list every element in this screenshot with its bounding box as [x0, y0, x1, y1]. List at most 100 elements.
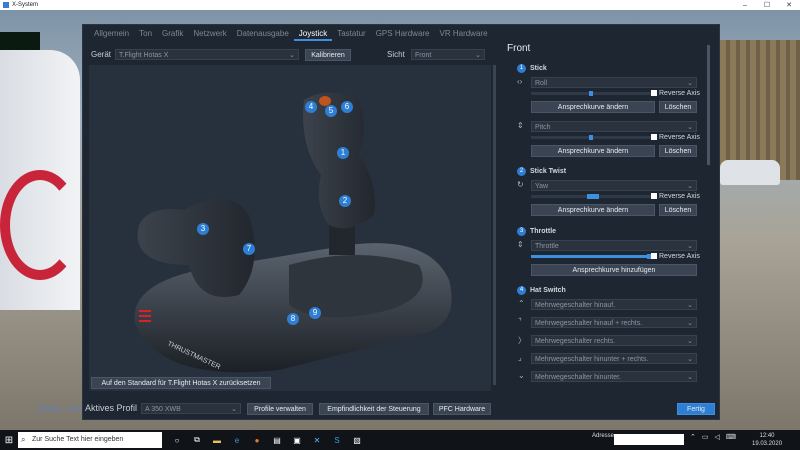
- skype-icon[interactable]: S: [330, 433, 344, 447]
- joystick-badge-6[interactable]: 6: [341, 101, 353, 113]
- joystick-badge-4[interactable]: 4: [305, 101, 317, 113]
- hat-row: ⌟ Mehrwegeschalter hinunter + rechts. ⌄: [515, 353, 705, 365]
- joystick-image-area: THRUSTMASTER 1 2 3 4 5 6 7 8 9: [89, 65, 491, 391]
- twist-delete-button[interactable]: Löschen: [659, 204, 697, 216]
- tab-vr-hardware[interactable]: VR Hardware: [435, 27, 493, 41]
- hat-up-select[interactable]: Mehrwegeschalter hinauf. ⌄: [531, 299, 697, 310]
- section-badge-stick: 1: [517, 64, 526, 73]
- twist-reverse-checkbox[interactable]: Reverse Axis: [651, 193, 700, 200]
- system-tray: ⌃ ▭ ◁ ⌨: [690, 433, 736, 441]
- volume-icon[interactable]: ◁: [715, 433, 720, 441]
- tab-gps-hardware[interactable]: GPS Hardware: [371, 27, 435, 41]
- calibrate-button[interactable]: Kalibrieren: [305, 49, 351, 61]
- roll-curve-button[interactable]: Ansprechkurve ändern: [531, 101, 655, 113]
- hat-up-right-select[interactable]: Mehrwegeschalter hinauf + rechts. ⌄: [531, 317, 697, 328]
- hat-right-icon: 〉: [518, 336, 526, 345]
- close-button[interactable]: ✕: [778, 0, 800, 10]
- slider-knob[interactable]: [589, 91, 593, 96]
- left-scrollbar[interactable]: [493, 65, 496, 385]
- photos-icon[interactable]: ▧: [350, 433, 364, 447]
- sensitivity-button[interactable]: Empfindlichkeit der Steuerung: [319, 403, 429, 415]
- throttle-axis-select[interactable]: Throttle ⌄: [531, 240, 697, 251]
- twist-curve-button[interactable]: Ansprechkurve ändern: [531, 204, 655, 216]
- tab-datenausgabe[interactable]: Datenausgabe: [232, 27, 294, 41]
- joystick-badge-3[interactable]: 3: [197, 223, 209, 235]
- minimize-button[interactable]: –: [734, 0, 756, 10]
- chevron-down-icon: ⌄: [687, 243, 693, 250]
- keyboard-icon[interactable]: ⌨: [726, 433, 736, 441]
- joystick-badge-7[interactable]: 7: [243, 243, 255, 255]
- windows-start-icon[interactable]: ⊞: [0, 430, 18, 450]
- joystick-badge-8[interactable]: 8: [287, 313, 299, 325]
- roll-reverse-checkbox[interactable]: Reverse Axis: [651, 90, 700, 97]
- tab-ton[interactable]: Ton: [134, 27, 157, 41]
- throttle-reverse-checkbox[interactable]: Reverse Axis: [651, 253, 700, 260]
- task-view-icon[interactable]: ⧉: [190, 433, 204, 447]
- maximize-button[interactable]: ☐: [756, 0, 778, 10]
- roll-delete-button[interactable]: Löschen: [659, 101, 697, 113]
- hat-right-select[interactable]: Mehrwegeschalter rechts. ⌄: [531, 335, 697, 346]
- tab-tastatur[interactable]: Tastatur: [332, 27, 370, 41]
- taskbar-search[interactable]: ⌕ Zur Suche Text hier eingeben: [18, 432, 162, 448]
- tab-grafik[interactable]: Grafik: [157, 27, 188, 41]
- bottom-bar: Aktives Profil A 350 XWB ⌄ Profile verwa…: [83, 399, 719, 419]
- twist-axis-slider[interactable]: [531, 194, 651, 199]
- view-select[interactable]: Front ⌄: [411, 49, 485, 60]
- tab-netzwerk[interactable]: Netzwerk: [188, 27, 231, 41]
- pitch-axis-select[interactable]: Pitch ⌄: [531, 121, 697, 132]
- edge-icon[interactable]: e: [230, 433, 244, 447]
- profile-select[interactable]: A 350 XWB ⌄: [141, 403, 241, 414]
- joystick-badge-2[interactable]: 2: [339, 195, 351, 207]
- hat-up-right-value: Mehrwegeschalter hinauf + rechts.: [535, 320, 643, 327]
- xplane-icon[interactable]: ✕: [310, 433, 324, 447]
- hat-down-value: Mehrwegeschalter hinunter.: [535, 374, 621, 381]
- roll-axis-icon: ‹›: [517, 77, 523, 86]
- taskbar-clock[interactable]: 12:40 19.03.2020: [752, 432, 782, 448]
- device-select[interactable]: T.Flight Hotas X ⌄: [115, 49, 299, 60]
- store-icon[interactable]: ▤: [270, 433, 284, 447]
- cortana-icon[interactable]: ○: [170, 433, 184, 447]
- building-image: [710, 40, 800, 180]
- firefox-icon[interactable]: ●: [250, 433, 264, 447]
- hat-down-select[interactable]: Mehrwegeschalter hinunter. ⌄: [531, 371, 697, 382]
- pitch-axis-slider[interactable]: [531, 135, 651, 140]
- slider-knob[interactable]: [587, 194, 599, 199]
- chevron-down-icon: ⌄: [687, 374, 693, 381]
- slider-knob[interactable]: [589, 135, 593, 140]
- throttle-add-curve-button[interactable]: Ansprechkurve hinzufügen: [531, 264, 697, 276]
- chevron-up-icon[interactable]: ⌃: [690, 433, 696, 441]
- window-controls: – ☐ ✕: [734, 0, 800, 10]
- done-button[interactable]: Fertig: [677, 403, 715, 415]
- tail-logo: [0, 170, 80, 280]
- joystick-badge-1[interactable]: 1: [337, 147, 349, 159]
- settings-dialog: Allgemein Ton Grafik Netzwerk Datenausga…: [82, 24, 720, 420]
- twist-axis-select[interactable]: Yaw ⌄: [531, 180, 697, 191]
- pitch-curve-button[interactable]: Ansprechkurve ändern: [531, 145, 655, 157]
- chevron-down-icon: ⌄: [475, 52, 481, 59]
- address-label: Adresse: [592, 433, 615, 439]
- hat-row: ⌃ Mehrwegeschalter hinauf. ⌄: [515, 299, 705, 311]
- tab-joystick[interactable]: Joystick: [293, 27, 333, 41]
- tab-bar: Allgemein Ton Grafik Netzwerk Datenausga…: [89, 27, 493, 41]
- throttle-axis-slider[interactable]: [531, 254, 651, 259]
- pitch-delete-button[interactable]: Löschen: [659, 145, 697, 157]
- network-icon[interactable]: ▭: [702, 433, 709, 441]
- manage-profiles-button[interactable]: Profile verwalten: [247, 403, 313, 415]
- pitch-reverse-checkbox[interactable]: Reverse Axis: [651, 134, 700, 141]
- reset-defaults-button[interactable]: Auf den Standard für T.Flight Hotas X zu…: [91, 377, 271, 389]
- tab-allgemein[interactable]: Allgemein: [89, 27, 134, 41]
- address-input[interactable]: [614, 434, 684, 445]
- file-explorer-icon[interactable]: ▬: [210, 433, 224, 447]
- app-icon[interactable]: ▣: [290, 433, 304, 447]
- section-title-twist: Stick Twist: [530, 168, 567, 175]
- pfc-hardware-button[interactable]: PFC Hardware: [433, 403, 491, 415]
- right-scrollbar[interactable]: [707, 45, 710, 165]
- roll-axis-select[interactable]: Roll ⌄: [531, 77, 697, 88]
- joystick-badge-9[interactable]: 9: [309, 307, 321, 319]
- joystick-badge-5[interactable]: 5: [325, 105, 337, 117]
- window-titlebar: X-System – ☐ ✕: [0, 0, 800, 10]
- hat-up-value: Mehrwegeschalter hinauf.: [535, 302, 616, 309]
- device-label: Gerät: [91, 50, 112, 59]
- roll-axis-slider[interactable]: [531, 91, 651, 96]
- hat-down-right-select[interactable]: Mehrwegeschalter hinunter + rechts. ⌄: [531, 353, 697, 364]
